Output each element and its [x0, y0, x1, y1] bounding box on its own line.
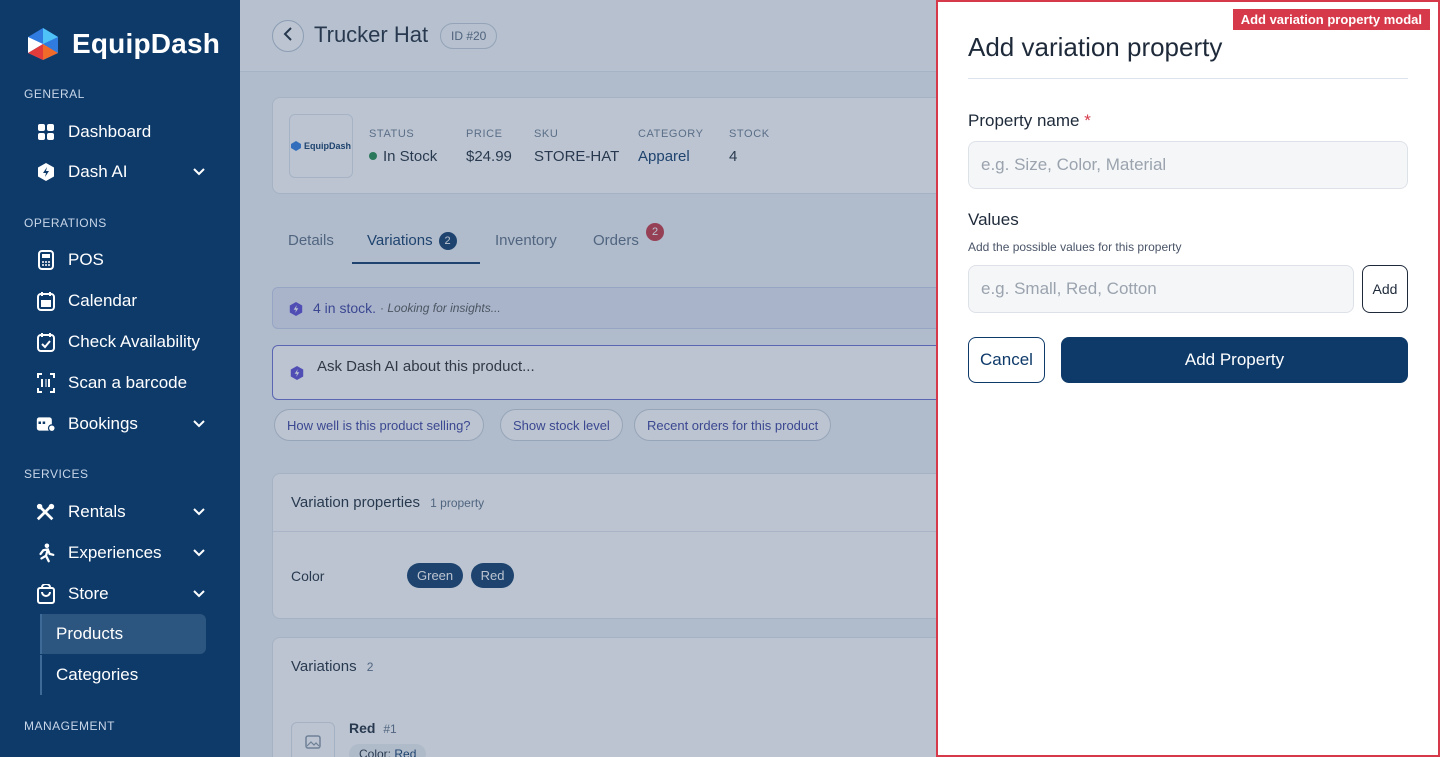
chevron-down-icon[interactable] [192, 164, 206, 184]
section-services: SERVICES [24, 467, 89, 481]
add-variation-property-modal: Add variation property modal Add variati… [936, 0, 1440, 757]
pos-terminal-icon [36, 250, 56, 270]
modal-annotation-tag: Add variation property modal [1232, 9, 1430, 30]
barcode-scan-icon [36, 373, 56, 393]
required-mark: * [1084, 111, 1091, 130]
sidebar-item-bookings[interactable]: Bookings [36, 407, 216, 441]
modal-backdrop[interactable] [240, 0, 937, 757]
sidebar-item-scan-barcode[interactable]: Scan a barcode [36, 366, 216, 400]
divider [968, 78, 1408, 79]
grid-icon [36, 122, 56, 142]
ai-hexagon-icon [36, 162, 56, 182]
sidebar-item-label: Store [68, 584, 109, 603]
sidebar-item-label: Experiences [68, 543, 162, 562]
property-name-label-text: Property name [968, 111, 1080, 130]
bookings-calendar-icon [36, 414, 56, 434]
section-operations: OPERATIONS [24, 216, 107, 230]
brand-name: EquipDash [72, 28, 221, 59]
sidebar-item-label: Dashboard [68, 122, 152, 141]
sidebar-item-label: Dash AI [68, 162, 128, 181]
sidebar-item-store[interactable]: Store [36, 577, 216, 611]
values-input[interactable] [968, 265, 1354, 313]
sidebar-item-products[interactable]: Products [40, 614, 206, 654]
property-name-input[interactable] [968, 141, 1408, 189]
values-hint: Add the possible values for this propert… [968, 240, 1182, 254]
calendar-icon [36, 291, 56, 311]
experiences-person-icon [36, 543, 56, 563]
modal-title: Add variation property [968, 32, 1223, 62]
sidebar-item-label: POS [68, 250, 104, 269]
sidebar-item-label: Rentals [68, 502, 126, 521]
sidebar-item-label: Bookings [68, 414, 138, 433]
equipdash-logo-icon [28, 28, 58, 60]
add-value-button[interactable]: Add [1362, 265, 1408, 313]
sidebar-item-dashboard[interactable]: Dashboard [36, 115, 216, 149]
sidebar-item-calendar[interactable]: Calendar [36, 284, 216, 318]
sidebar-item-check-availability[interactable]: Check Availability [36, 325, 216, 359]
sidebar-item-label: Check Availability [68, 332, 200, 351]
sidebar-item-dash-ai[interactable]: Dash AI [36, 155, 216, 189]
sidebar-item-rentals[interactable]: Rentals [36, 495, 216, 529]
section-management: MANAGEMENT [24, 719, 116, 733]
sidebar: EquipDash GENERAL Dashboard Dash AI OPER… [0, 0, 240, 757]
section-general: GENERAL [24, 87, 85, 101]
chevron-down-icon[interactable] [192, 586, 206, 606]
sidebar-item-label: Categories [56, 665, 139, 684]
calendar-check-icon [36, 332, 56, 352]
brand[interactable]: EquipDash [24, 26, 220, 62]
rentals-icon [36, 502, 56, 522]
sidebar-item-categories[interactable]: Categories [40, 655, 206, 695]
values-label: Values [968, 210, 1019, 229]
add-property-button[interactable]: Add Property [1061, 337, 1408, 383]
chevron-down-icon[interactable] [192, 545, 206, 565]
sidebar-item-label: Scan a barcode [68, 373, 188, 392]
chevron-down-icon[interactable] [192, 504, 206, 524]
sidebar-item-label: Calendar [68, 291, 137, 310]
sidebar-item-pos[interactable]: POS [36, 243, 216, 277]
shopping-bag-icon [36, 584, 56, 604]
sidebar-item-label: Products [56, 624, 124, 643]
property-name-label: Property name * [968, 111, 1091, 131]
chevron-down-icon[interactable] [192, 416, 206, 436]
sidebar-item-experiences[interactable]: Experiences [36, 536, 216, 570]
cancel-button[interactable]: Cancel [968, 337, 1045, 383]
